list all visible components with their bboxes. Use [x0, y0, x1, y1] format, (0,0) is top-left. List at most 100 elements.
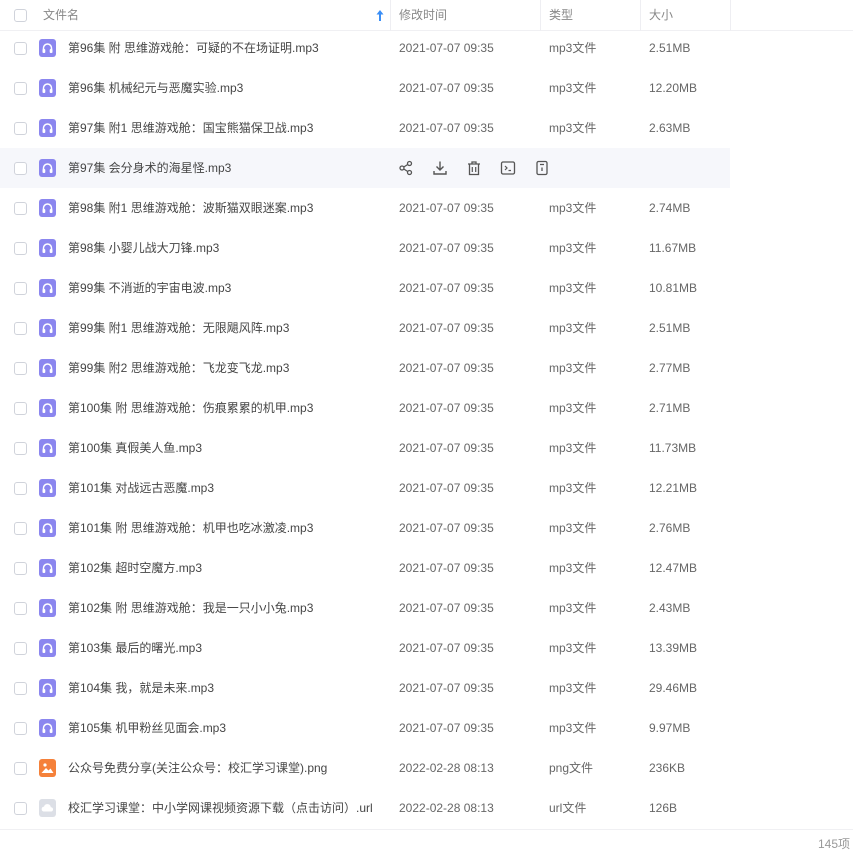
file-name[interactable]: 第96集 机械纪元与恶魔实验.mp3	[68, 68, 243, 108]
file-size: 2.71MB	[649, 401, 691, 415]
file-row[interactable]: 第101集 对战远古恶魔.mp3 2021-07-07 09:35 mp3文件 12.…	[0, 468, 853, 508]
row-checkbox[interactable]	[14, 282, 27, 295]
file-name[interactable]: 第102集 附 思维游戏舱：我是一只小小兔.mp3	[68, 588, 313, 628]
row-checkbox[interactable]	[14, 762, 27, 775]
file-modified-time: 2021-07-07 09:35	[399, 481, 494, 495]
file-name[interactable]: 第98集 附1 思维游戏舱：波斯猫双眼迷案.mp3	[68, 188, 313, 228]
column-separator[interactable]	[640, 0, 641, 31]
row-checkbox[interactable]	[14, 482, 27, 495]
file-name[interactable]: 第100集 真假美人鱼.mp3	[68, 428, 202, 468]
file-row[interactable]: 第96集 机械纪元与恶魔实验.mp3 2021-07-07 09:35 mp3文件 1…	[0, 68, 853, 108]
file-size: 10.81MB	[649, 281, 698, 295]
file-name[interactable]: 第105集 机甲粉丝见面会.mp3	[68, 708, 226, 748]
file-row[interactable]: 第98集 小婴儿战大刀锋.mp3 2021-07-07 09:35 mp3文件 11.…	[0, 228, 853, 268]
file-row[interactable]: 第105集 机甲粉丝见面会.mp3 2021-07-07 09:35 mp3文件 9.…	[0, 708, 853, 748]
file-row[interactable]: 第100集 附 思维游戏舱：伤痕累累的机甲.mp3 2021-07-07 09:3…	[0, 388, 853, 428]
download-icon[interactable]	[430, 158, 450, 178]
file-row[interactable]: 第102集 附 思维游戏舱：我是一只小小兔.mp3 2021-07-07 09:3…	[0, 588, 853, 628]
file-name[interactable]: 第97集 附1 思维游戏舱：国宝熊猫保卫战.mp3	[68, 108, 313, 148]
row-checkbox[interactable]	[14, 362, 27, 375]
column-header-type[interactable]: 类型	[549, 0, 573, 31]
rename-icon[interactable]	[498, 158, 518, 178]
file-name[interactable]: 第98集 小婴儿战大刀锋.mp3	[68, 228, 219, 268]
file-row[interactable]: 第97集 附1 思维游戏舱：国宝熊猫保卫战.mp3 2021-07-07 09:3…	[0, 108, 853, 148]
file-type: mp3文件	[549, 241, 597, 255]
file-name[interactable]: 第96集 附 思维游戏舱：可疑的不在场证明.mp3	[68, 28, 319, 68]
row-checkbox[interactable]	[14, 682, 27, 695]
select-all-checkbox[interactable]	[14, 9, 27, 22]
share-icon[interactable]	[396, 158, 416, 178]
audio-file-icon	[39, 319, 56, 337]
file-row[interactable]: 第97集 会分身术的海星怪.mp3	[0, 148, 853, 188]
row-checkbox[interactable]	[14, 402, 27, 415]
file-list-header: 文件名 修改时间 类型 大小	[0, 0, 853, 31]
file-row[interactable]: 第104集 我，就是未来.mp3 2021-07-07 09:35 mp3文件 29.…	[0, 668, 853, 708]
file-modified-time: 2021-07-07 09:35	[399, 41, 494, 55]
file-row[interactable]: 第100集 真假美人鱼.mp3 2021-07-07 09:35 mp3文件 11.7…	[0, 428, 853, 468]
file-name[interactable]: 第99集 附2 思维游戏舱：飞龙变飞龙.mp3	[68, 348, 289, 388]
file-row[interactable]: 第99集 附1 思维游戏舱：无限飓风阵.mp3 2021-07-07 09:35 m…	[0, 308, 853, 348]
delete-icon[interactable]	[464, 158, 484, 178]
file-name[interactable]: 公众号免费分享(关注公众号：校汇学习课堂).png	[68, 748, 327, 788]
column-header-modified[interactable]: 修改时间	[399, 0, 447, 31]
sort-arrow-icon[interactable]	[374, 0, 386, 31]
file-modified-time: 2021-07-07 09:35	[399, 401, 494, 415]
file-name[interactable]: 第103集 最后的曙光.mp3	[68, 628, 202, 668]
file-name[interactable]: 第97集 会分身术的海星怪.mp3	[68, 148, 231, 188]
file-name[interactable]: 第100集 附 思维游戏舱：伤痕累累的机甲.mp3	[68, 388, 313, 428]
file-row[interactable]: 第96集 附 思维游戏舱：可疑的不在场证明.mp3 2021-07-07 09:3…	[0, 28, 853, 68]
file-row[interactable]: 第102集 超时空魔方.mp3 2021-07-07 09:35 mp3文件 12.4…	[0, 548, 853, 588]
file-name[interactable]: 第104集 我，就是未来.mp3	[68, 668, 214, 708]
row-checkbox[interactable]	[14, 562, 27, 575]
row-checkbox[interactable]	[14, 242, 27, 255]
file-row[interactable]: 第101集 附 思维游戏舱：机甲也吃冰激凌.mp3 2021-07-07 09:3…	[0, 508, 853, 548]
file-name[interactable]: 校汇学习课堂：中小学网课视频资源下载（点击访问）.url	[68, 788, 373, 828]
file-type: mp3文件	[549, 641, 597, 655]
file-name[interactable]: 第99集 不消逝的宇宙电波.mp3	[68, 268, 231, 308]
row-checkbox[interactable]	[14, 722, 27, 735]
file-row[interactable]: 第103集 最后的曙光.mp3 2021-07-07 09:35 mp3文件 13.3…	[0, 628, 853, 668]
row-checkbox[interactable]	[14, 202, 27, 215]
row-checkbox[interactable]	[14, 602, 27, 615]
file-name[interactable]: 第101集 对战远古恶魔.mp3	[68, 468, 214, 508]
file-row[interactable]: 校汇学习课堂：中小学网课视频资源下载（点击访问）.url 2022-02-28 0…	[0, 788, 853, 828]
row-checkbox[interactable]	[14, 82, 27, 95]
column-header-size[interactable]: 大小	[649, 0, 673, 31]
column-separator[interactable]	[390, 0, 391, 31]
row-checkbox[interactable]	[14, 442, 27, 455]
file-modified-time: 2021-07-07 09:35	[399, 201, 494, 215]
file-type: mp3文件	[549, 281, 597, 295]
file-row[interactable]: 公众号免费分享(关注公众号：校汇学习课堂).png 2022-02-28 08:1…	[0, 748, 853, 788]
row-checkbox[interactable]	[14, 522, 27, 535]
file-type: url文件	[549, 801, 587, 815]
audio-file-icon	[39, 599, 56, 617]
file-name[interactable]: 第99集 附1 思维游戏舱：无限飓风阵.mp3	[68, 308, 289, 348]
row-checkbox[interactable]	[14, 802, 27, 815]
column-separator[interactable]	[540, 0, 541, 31]
file-size: 11.73MB	[649, 441, 697, 455]
row-checkbox[interactable]	[14, 162, 27, 175]
row-checkbox[interactable]	[14, 642, 27, 655]
file-size: 13.39MB	[649, 641, 698, 655]
file-name[interactable]: 第102集 超时空魔方.mp3	[68, 548, 202, 588]
file-type: mp3文件	[549, 41, 597, 55]
row-checkbox[interactable]	[14, 122, 27, 135]
file-row[interactable]: 第98集 附1 思维游戏舱：波斯猫双眼迷案.mp3 2021-07-07 09:3…	[0, 188, 853, 228]
file-size: 2.51MB	[649, 41, 691, 55]
audio-file-icon	[39, 199, 56, 217]
details-icon[interactable]	[532, 158, 552, 178]
file-modified-time: 2021-07-07 09:35	[399, 521, 494, 535]
file-modified-time: 2021-07-07 09:35	[399, 641, 494, 655]
file-row[interactable]: 第99集 不消逝的宇宙电波.mp3 2021-07-07 09:35 mp3文件 10…	[0, 268, 853, 308]
column-header-name[interactable]: 文件名	[43, 0, 79, 31]
file-row[interactable]: 第99集 附2 思维游戏舱：飞龙变飞龙.mp3 2021-07-07 09:35 m…	[0, 348, 853, 388]
column-separator[interactable]	[730, 0, 731, 31]
file-size: 236KB	[649, 761, 686, 775]
row-checkbox[interactable]	[14, 322, 27, 335]
file-size: 2.63MB	[649, 121, 691, 135]
file-size: 12.21MB	[649, 481, 698, 495]
row-checkbox[interactable]	[14, 42, 27, 55]
file-name[interactable]: 第101集 附 思维游戏舱：机甲也吃冰激凌.mp3	[68, 508, 313, 548]
file-type: mp3文件	[549, 561, 597, 575]
file-type: mp3文件	[549, 601, 597, 615]
